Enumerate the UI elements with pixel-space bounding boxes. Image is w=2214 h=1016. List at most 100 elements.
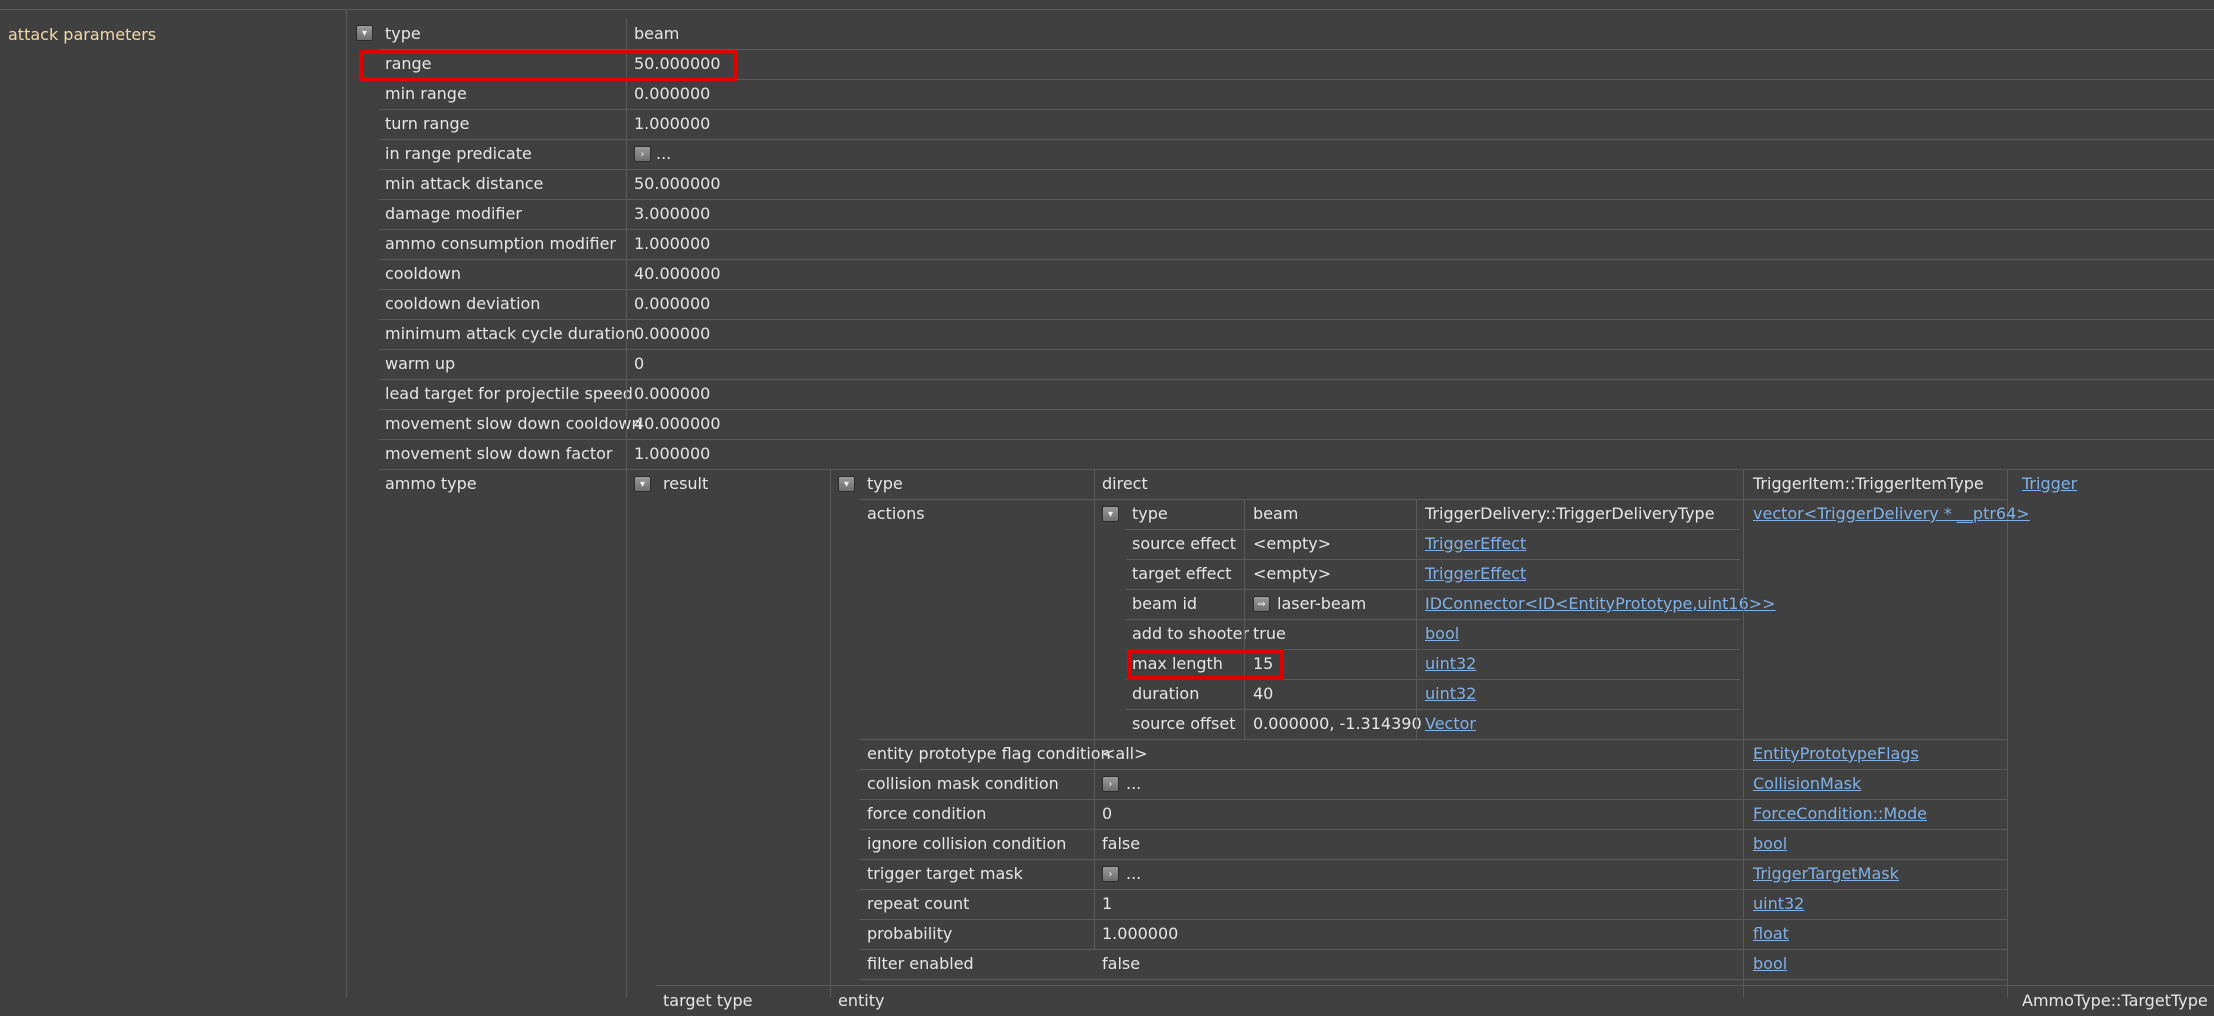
result-label-probability: probability [867,924,953,943]
result-type-probability[interactable]: float [1753,919,1789,949]
result-type-ignore-collision-condition[interactable]: bool [1753,829,1787,859]
param-label-turn-range: turn range [385,114,470,133]
param-value-cooldown: 40.000000 [634,264,721,283]
action-label-duration: duration [1132,684,1200,703]
result-label-collision-mask-condition: collision mask condition [867,774,1059,793]
param-value-movement-slow-down-factor: 1.000000 [634,444,711,463]
result-value-entity-prototype-flag-condition: <all> [1102,744,1148,763]
trigger-type-link[interactable]: Trigger [2022,469,2077,499]
action-type-add-to-shooter[interactable]: bool [1425,619,1459,649]
row-divider [860,919,2007,920]
param-label-warm-up: warm up [385,354,456,373]
collapse-icon[interactable]: ▾ [1102,506,1119,522]
column-divider [830,469,831,997]
column-divider [626,19,627,997]
target-type-type: AmmoType::TargetType [2022,991,2208,1010]
param-value-cooldown-deviation: 0.000000 [634,294,711,313]
param-label-in-range-predicate: in range predicate [385,144,532,163]
result-label-actions: actions [867,504,925,523]
target-type-label: target type [663,991,753,1010]
column-divider [1244,499,1245,739]
row-divider [860,979,2007,980]
section-divider [346,9,347,997]
result-type-force-condition[interactable]: ForceCondition::Mode [1753,799,1927,829]
result-label: result [663,474,709,493]
target-type-value: entity [838,991,885,1010]
action-type-max-length[interactable]: uint32 [1425,649,1476,679]
actions-type-link[interactable]: vector<TriggerDelivery * __ptr64> [1753,499,2030,529]
param-label-movement-slow-down-cooldown: movement slow down cooldown [385,414,642,433]
param-label-damage-modifier: damage modifier [385,204,522,223]
param-value-ammo-consumption-modifier: 1.000000 [634,234,711,253]
result-type-filter-enabled[interactable]: bool [1753,949,1787,979]
expand-icon[interactable]: › [634,146,651,162]
param-value-warm-up: 0 [634,354,645,373]
action-value-beam-id: laser-beam [1277,594,1367,613]
param-label-type: type [385,24,421,43]
param-value-min-attack-distance: 50.000000 [634,174,721,193]
action-value-add-to-shooter: true [1253,624,1286,643]
column-divider [2007,469,2008,997]
action-label-source-offset: source offset [1132,714,1236,733]
result-value-probability: 1.000000 [1102,924,1179,943]
param-label-min-range: min range [385,84,467,103]
param-value-min-range: 0.000000 [634,84,711,103]
action-type-duration[interactable]: uint32 [1425,679,1476,709]
result-value-ignore-collision-condition: false [1102,834,1141,853]
param-value-movement-slow-down-cooldown: 40.000000 [634,414,721,433]
action-type-target-effect[interactable]: TriggerEffect [1425,559,1526,589]
param-label-cooldown: cooldown [385,264,461,283]
result-label-force-condition: force condition [867,804,987,823]
result-type-repeat-count[interactable]: uint32 [1753,889,1804,919]
collapse-icon[interactable]: ▾ [356,25,373,41]
result-type-trigger-target-mask[interactable]: TriggerTargetMask [1753,859,1899,889]
param-label-min-attack-distance: min attack distance [385,174,544,193]
result-value-type: direct [1102,474,1148,493]
param-label-lead-target-for-projectile-speed: lead target for projectile speed [385,384,633,403]
result-label-repeat-count: repeat count [867,894,970,913]
param-label-cooldown-deviation: cooldown deviation [385,294,541,313]
param-label-ammo-type: ammo type [385,474,477,493]
expand-icon[interactable]: › [1102,866,1119,882]
row-divider [656,985,2214,986]
expand-icon[interactable]: › [1102,776,1119,792]
param-value-minimum-attack-cycle-duration: 0.000000 [634,324,711,343]
result-value-trigger-target-mask: ... [1126,864,1142,883]
result-label-filter-enabled: filter enabled [867,954,974,973]
column-divider [1416,499,1417,739]
result-value-filter-enabled: false [1102,954,1141,973]
row-divider [379,139,2214,140]
action-value-target-effect: <empty> [1253,564,1332,583]
collapse-icon[interactable]: ▾ [838,476,855,492]
divider [0,9,2214,10]
row-divider [379,349,2214,350]
action-value-type: beam [1253,504,1299,523]
goto-icon[interactable]: ⇒ [1253,596,1270,612]
result-type-entity-prototype-flag-condition[interactable]: EntityPrototypeFlags [1753,739,1919,769]
param-value-damage-modifier: 3.000000 [634,204,711,223]
param-value-lead-target-for-projectile-speed: 0.000000 [634,384,711,403]
column-divider [1094,469,1095,949]
param-value-turn-range: 1.000000 [634,114,711,133]
param-value-in-range-predicate: ... [656,144,672,163]
result-label-ignore-collision-condition: ignore collision condition [867,834,1067,853]
action-label-source-effect: source effect [1132,534,1236,553]
collapse-icon[interactable]: ▾ [634,476,651,492]
action-type-source-effect[interactable]: TriggerEffect [1425,529,1526,559]
param-label-movement-slow-down-factor: movement slow down factor [385,444,613,463]
action-type-beam-id[interactable]: IDConnector<ID<EntityPrototype,uint16>> [1425,589,1776,619]
row-divider [860,949,2007,950]
action-value-source-effect: <empty> [1253,534,1332,553]
row-divider [860,889,2007,890]
result-type-collision-mask-condition[interactable]: CollisionMask [1753,769,1861,799]
highlight-max-length [1127,649,1284,680]
param-value-type: beam [634,24,680,43]
action-type-source-offset[interactable]: Vector [1425,709,1476,739]
action-value-source-offset: 0.000000, -1.314390 [1253,714,1422,733]
column-divider [1743,499,1744,739]
section-label-attack-parameters: attack parameters [8,25,157,44]
result-value-repeat-count: 1 [1102,894,1113,913]
action-label-add-to-shooter: add to shooter [1132,624,1250,643]
action-label-type: type [1132,504,1168,523]
action-label-beam-id: beam id [1132,594,1198,613]
